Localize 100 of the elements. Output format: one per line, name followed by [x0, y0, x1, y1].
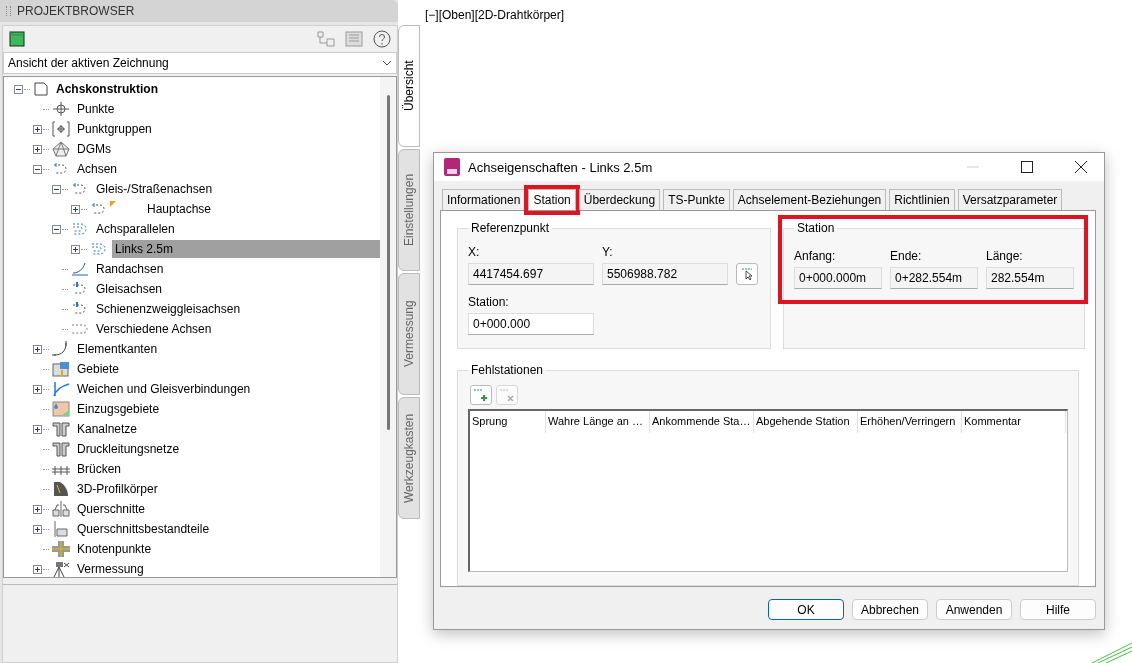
field-label: Y: [602, 244, 614, 259]
dashed-curve-icon [52, 161, 70, 177]
expand-toggle[interactable] [33, 504, 42, 514]
dashed-curve-icon [71, 321, 89, 337]
tree-item[interactable]: Querschnittsbestandteile [74, 520, 213, 538]
tree-item[interactable]: Links 2.5m [112, 240, 380, 258]
column-header[interactable]: Sprung [470, 411, 546, 433]
dialog-tab[interactable]: Richtlinien [889, 189, 955, 210]
dashed-curve-icon [90, 201, 108, 217]
column-header[interactable]: Abgehende Station [754, 411, 858, 433]
input-field[interactable]: 282.554m [986, 267, 1074, 289]
expand-toggle[interactable] [71, 244, 80, 254]
collapse-toggle[interactable] [52, 224, 61, 234]
tree-item[interactable]: Gleisachsen [93, 280, 166, 298]
tree-item[interactable]: Knotenpunkte [74, 540, 155, 558]
tree-item[interactable]: Achsen [74, 160, 121, 178]
dialog-tab[interactable]: Achselement-Beziehungen [732, 189, 887, 210]
tree-item[interactable]: Gebiete [74, 360, 123, 378]
expand-toggle[interactable] [71, 204, 80, 214]
expand-toggle[interactable] [33, 524, 42, 534]
tree-item[interactable]: Kanalnetze [74, 420, 141, 438]
tree-item[interactable]: Achskonstruktion [53, 80, 161, 98]
tripod-icon [52, 561, 70, 577]
dialog-tab[interactable]: Informationen [442, 189, 526, 210]
input-field[interactable]: 0+000.000 [468, 313, 594, 335]
collapse-toggle[interactable] [33, 164, 42, 174]
tree-item[interactable]: Weichen und Gleisverbindungen [74, 380, 254, 398]
side-tab[interactable]: Einstellungen [398, 149, 420, 271]
side-tab[interactable]: Werkzeugkasten [398, 397, 420, 519]
side-tab[interactable]: Vermessung [398, 273, 420, 395]
input-field[interactable]: 5506988.782 [602, 263, 728, 285]
expand-toggle[interactable] [33, 144, 42, 154]
tree-item[interactable]: Gleis-/Straßenachsen [93, 180, 216, 198]
column-header[interactable]: Erhöhen/Verringern [858, 411, 962, 433]
tree-item[interactable]: Hauptachse [144, 200, 215, 218]
expand-toggle[interactable] [33, 124, 42, 134]
view-dropdown[interactable]: Ansicht der aktiven Zeichnung [3, 52, 397, 74]
tree-item[interactable]: Punktgruppen [74, 120, 155, 138]
dialog-button[interactable]: OK [768, 599, 844, 620]
dialog-tab[interactable]: TS-Punkte [663, 189, 730, 210]
side-tab[interactable]: Übersicht [398, 25, 420, 147]
column-header[interactable]: Kommentar [962, 411, 1066, 433]
tree-item[interactable]: Druckleitungsnetze [74, 440, 183, 458]
tree-item[interactable]: Einzugsgebiete [74, 400, 163, 418]
maximize-icon [1021, 161, 1033, 173]
field-label: X: [468, 244, 481, 259]
dashed-curve-icon [71, 181, 89, 197]
curve-icon [52, 381, 70, 397]
pipe-icon [52, 441, 70, 457]
map-icon [52, 401, 70, 417]
tree-item[interactable]: DGMs [74, 140, 114, 158]
dialog-tab[interactable]: Versatzparameter [957, 189, 1063, 210]
collapse-toggle[interactable] [14, 84, 23, 94]
tree-item[interactable]: Verschiedene Achsen [93, 320, 215, 338]
app-icon [444, 158, 460, 176]
dashed-curve-icon [71, 281, 89, 297]
tree-item[interactable]: Achsparallelen [93, 220, 178, 238]
road-icon [52, 481, 70, 497]
expand-toggle[interactable] [33, 384, 42, 394]
viewport-label[interactable]: [−][Oben][2D-Drahtkörper] [425, 8, 565, 22]
group-title: Fehlstationen [470, 363, 545, 377]
curve-icon [71, 261, 89, 277]
group-title: Station [796, 221, 836, 235]
dashed-curve-icon [71, 301, 89, 317]
expand-toggle[interactable] [33, 564, 42, 574]
curve-icon [52, 341, 70, 357]
dialog-button[interactable]: Abbrechen [852, 599, 928, 620]
tree-item[interactable]: Brücken [74, 460, 125, 478]
collapse-toggle[interactable] [52, 184, 61, 194]
window-title: Achseigenschaften - Links 2.5m [468, 159, 654, 175]
parcel-icon [52, 361, 70, 377]
tree-item[interactable]: 3D-Profilkörper [74, 480, 161, 498]
tree-item[interactable]: Randachsen [93, 260, 167, 278]
add-button[interactable] [470, 385, 492, 405]
group-title: Referenzpunkt [470, 221, 551, 235]
surface-icon [52, 141, 70, 157]
column-header[interactable]: Wahre Länge an … [546, 411, 650, 433]
scrollbar[interactable] [380, 77, 396, 577]
input-field[interactable]: 4417454.697 [468, 263, 594, 285]
tree-item[interactable]: Punkte [74, 100, 118, 118]
dialog-button[interactable]: Anwenden [936, 599, 1012, 620]
column-header[interactable]: Ankommende Sta… [650, 411, 754, 433]
input-field[interactable]: 0+282.554m [890, 267, 978, 289]
dialog-tab[interactable]: Station [528, 189, 576, 210]
pick-point-button[interactable] [736, 263, 758, 285]
tree-item[interactable]: Schienenzweiggleisachsen [93, 300, 244, 318]
expand-toggle[interactable] [33, 424, 42, 434]
add-icon [473, 386, 489, 401]
expand-toggle[interactable] [33, 344, 42, 354]
input-field[interactable]: 0+000.000m [794, 267, 882, 289]
cursor-icon [740, 265, 754, 280]
tree-item[interactable]: Querschnitte [74, 500, 149, 518]
dialog-tab[interactable]: Überdeckung [578, 189, 661, 210]
close-icon [1075, 161, 1087, 173]
help-icon[interactable] [373, 30, 391, 48]
tree-item[interactable]: Elementkanten [74, 340, 161, 358]
field-label: Ende: [890, 248, 923, 263]
crosshair-icon [52, 121, 70, 137]
tree-item[interactable]: Vermessung [74, 560, 147, 577]
dialog-button[interactable]: Hilfe [1020, 599, 1096, 620]
